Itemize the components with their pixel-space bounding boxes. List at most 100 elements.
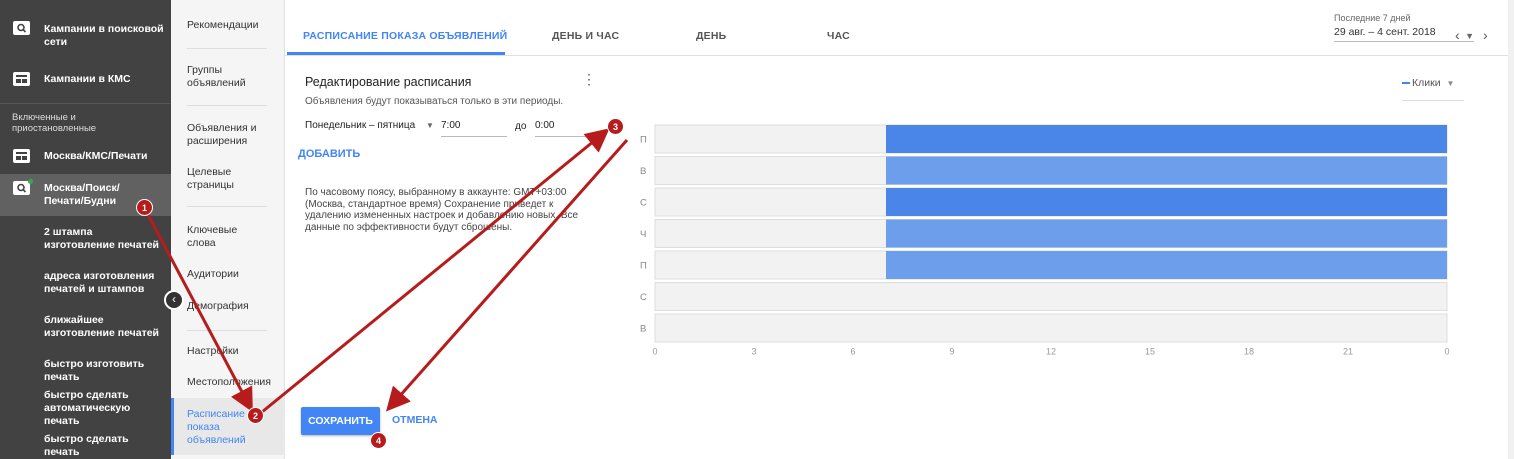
page-menu: Рекомендации Группы объявлений Объявлени…	[171, 0, 285, 459]
campaign-navigation: Кампании в поисковой сети Кампании в КМС…	[0, 0, 171, 459]
nav-ad-group-label: быстро сделать печать	[44, 433, 129, 458]
more-options-icon[interactable]: ⋮	[582, 72, 596, 86]
timezone-note: По часовому поясу, выбранному в аккаунте…	[305, 187, 579, 233]
display-icon	[13, 149, 30, 163]
page-menu-ads[interactable]: Объявления и расширения	[187, 122, 267, 148]
previous-period-button[interactable]: ‹	[1455, 27, 1460, 43]
schedule-bar[interactable]	[886, 219, 1447, 248]
hour-tick-label: 0	[652, 347, 657, 357]
annotation-badge: 4	[370, 432, 387, 449]
hour-tick-label: 12	[1046, 347, 1056, 357]
tab-bar: РАСПИСАНИЕ ПОКАЗА ОБЪЯВЛЕНИЙ ДЕНЬ И ЧАС …	[285, 0, 1514, 56]
nav-ad-group[interactable]: быстро изготовить печать	[0, 356, 171, 383]
cancel-button[interactable]: ОТМЕНА	[392, 414, 438, 426]
schedule-bar[interactable]	[886, 188, 1447, 216]
nav-ad-group-label: быстро изготовить печать	[44, 358, 145, 383]
nav-ad-group-label: 2 штампа изготовление печатей	[44, 226, 160, 251]
nav-ad-group[interactable]: адреса изготовления печатей и штампов	[0, 268, 171, 296]
tab-day-and-hour[interactable]: ДЕНЬ И ЧАС	[552, 30, 619, 42]
nav-ad-group[interactable]: ближайшее изготовление печатей	[0, 312, 171, 340]
schedule-bar[interactable]	[886, 156, 1447, 185]
tab-day[interactable]: ДЕНЬ	[696, 30, 726, 42]
search-icon	[13, 21, 30, 35]
schedule-chart-svg: П В С Ч П С В 0 3 6 9 12 15 18 21 0	[640, 124, 1450, 357]
chevron-down-icon: ▼	[1446, 79, 1455, 88]
schedule-chart: П В С Ч П С В 0 3 6 9 12 15 18 21 0	[640, 118, 1460, 363]
date-range-picker[interactable]: Последние 7 дней 29 авг. – 4 сент. 2018 …	[1334, 13, 1474, 42]
page-menu-divider	[187, 330, 267, 331]
page-menu-recommendations[interactable]: Рекомендации	[187, 19, 277, 32]
schedule-row-background	[654, 282, 1448, 311]
hour-tick-label: 21	[1343, 347, 1353, 357]
hour-tick-label: 3	[751, 347, 756, 357]
scrollbar[interactable]	[1508, 0, 1514, 459]
nav-ad-group[interactable]: быстро сделать печать	[0, 431, 171, 458]
end-time-input[interactable]: 0:00	[535, 115, 601, 137]
day-label: В	[640, 166, 646, 177]
nav-divider	[0, 103, 171, 104]
status-dot	[28, 179, 33, 184]
nav-ad-group-label: адреса изготовления печатей и штампов	[44, 270, 155, 295]
date-range-value: 29 авг. – 4 сент. 2018	[1334, 26, 1474, 42]
page-menu-divider	[187, 206, 267, 207]
chevron-down-icon: ▼	[1465, 31, 1474, 41]
page-menu-divider	[187, 105, 267, 106]
nav-campaign-kms[interactable]: Москва/КМС/Печати	[0, 145, 171, 167]
nav-display-campaigns[interactable]: Кампании в КМС	[0, 70, 171, 90]
nav-ad-group-label: быстро сделать автоматическую печать	[44, 389, 131, 427]
start-time-input[interactable]: 7:00	[441, 115, 507, 137]
schedule-editor-subtitle: Объявления будут показываться только в э…	[305, 96, 564, 107]
nav-display-campaigns-label: Кампании в КМС	[44, 73, 131, 85]
page-menu-divider	[187, 48, 267, 49]
schedule-bar[interactable]	[886, 125, 1447, 153]
nav-search-campaigns-label: Кампании в поисковой сети	[44, 23, 164, 48]
add-schedule-button[interactable]: ДОБАВИТЬ	[298, 148, 360, 160]
nav-search-campaigns[interactable]: Кампании в поисковой сети	[0, 20, 171, 50]
save-button[interactable]: СОХРАНИТЬ	[301, 407, 380, 435]
nav-ad-group-label: ближайшее изготовление печатей	[44, 314, 160, 339]
day-label: С	[640, 198, 647, 209]
annotation-badge: 3	[607, 118, 624, 135]
day-label: В	[640, 324, 646, 335]
chevron-down-icon: ▼	[426, 121, 434, 130]
nav-section-label: Включенные и приостановленные	[12, 112, 97, 134]
to-label: до	[515, 121, 527, 132]
hour-tick-label: 15	[1145, 347, 1155, 357]
display-icon	[13, 72, 30, 86]
tab-ad-schedule[interactable]: РАСПИСАНИЕ ПОКАЗА ОБЪЯВЛЕНИЙ	[303, 30, 507, 42]
page-menu-keywords[interactable]: Ключевые слова	[187, 224, 257, 250]
metric-select[interactable]: Клики ▼	[1402, 77, 1464, 101]
annotation-badge: 2	[247, 407, 264, 424]
day-label: Ч	[640, 229, 646, 240]
day-label: П	[640, 261, 647, 272]
tab-hour[interactable]: ЧАС	[827, 30, 850, 42]
page-menu-ad-groups[interactable]: Группы объявлений	[187, 64, 257, 90]
schedule-editor-title: Редактирование расписания	[305, 75, 472, 89]
next-period-button[interactable]: ›	[1483, 27, 1488, 43]
search-icon	[13, 181, 30, 195]
annotation-badge: 1	[136, 199, 153, 216]
page-menu-locations[interactable]: Местоположения	[187, 376, 277, 389]
nav-ad-group[interactable]: быстро сделать автоматическую печать	[0, 387, 171, 427]
date-range-label: Последние 7 дней	[1334, 13, 1411, 23]
page-menu-landing-pages[interactable]: Целевые страницы	[187, 166, 257, 192]
metric-select-label: Клики	[1412, 77, 1441, 89]
schedule-bar[interactable]	[886, 251, 1447, 279]
page-menu-audiences[interactable]: Аудитории	[187, 268, 277, 281]
hour-tick-label: 6	[850, 347, 855, 357]
metric-color-swatch	[1402, 82, 1410, 85]
active-tab-indicator	[287, 52, 505, 55]
page-menu-ad-schedule[interactable]: Расписание показа объявлений	[171, 398, 285, 455]
hour-tick-label: 9	[949, 347, 954, 357]
page-menu-demographics[interactable]: Демография	[187, 300, 277, 313]
hour-tick-label: 18	[1244, 347, 1254, 357]
day-select[interactable]: Понедельник – пятница	[305, 120, 435, 131]
day-label: С	[640, 292, 647, 303]
schedule-row-background	[654, 313, 1448, 343]
nav-campaign-kms-label: Москва/КМС/Печати	[44, 150, 148, 162]
collapse-sidebar-button[interactable]: ‹	[164, 290, 184, 310]
page-menu-settings[interactable]: Настройки	[187, 345, 277, 358]
nav-ad-group[interactable]: 2 штампа изготовление печатей	[0, 224, 171, 252]
day-label: П	[640, 135, 647, 146]
hour-tick-label: 0	[1444, 347, 1449, 357]
